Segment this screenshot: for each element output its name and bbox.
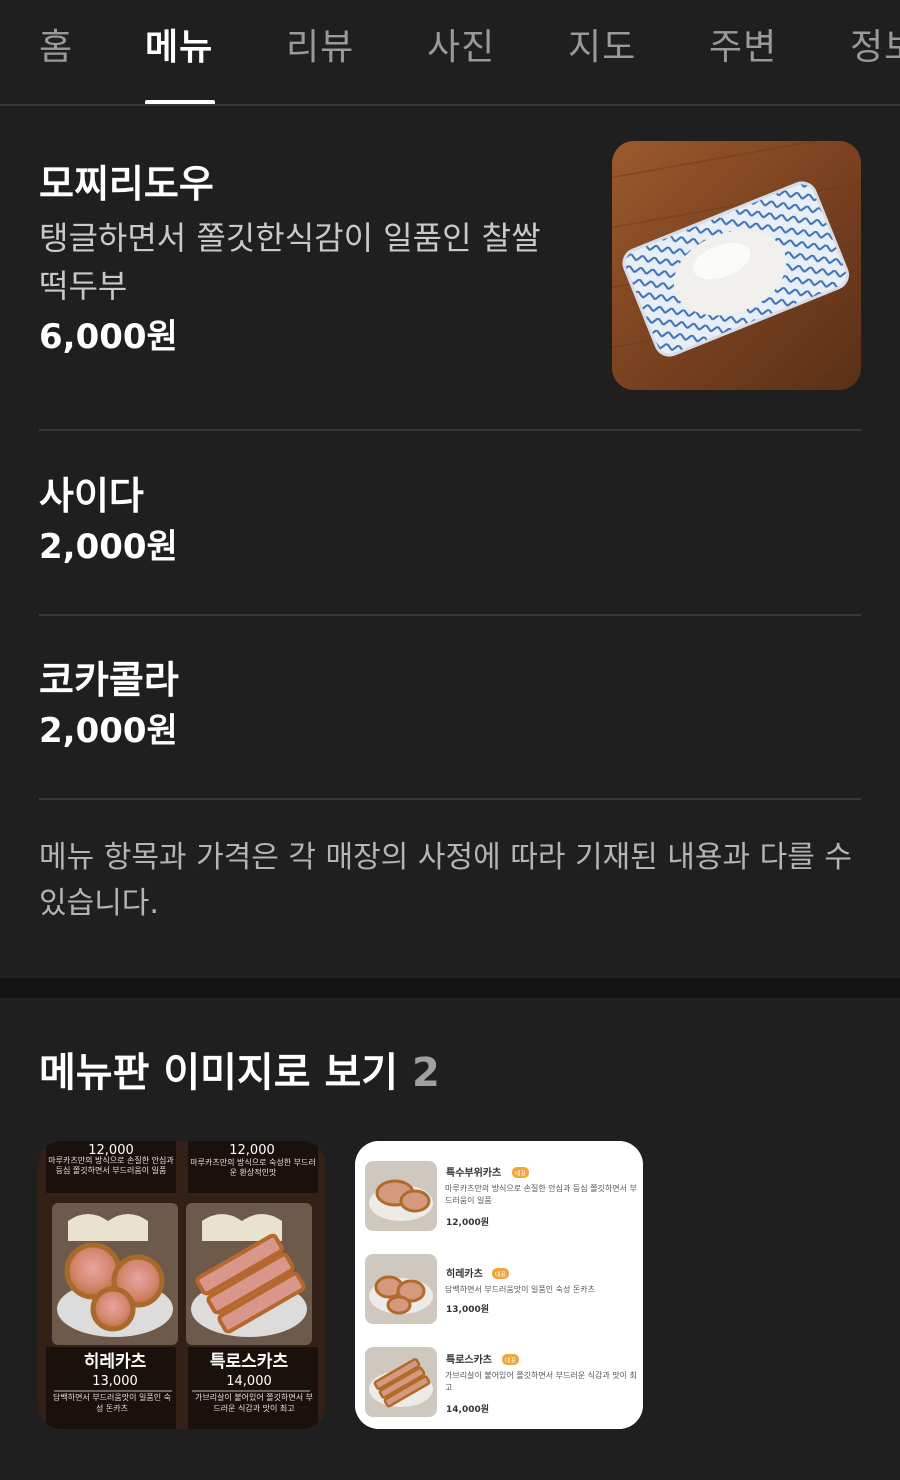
board2-item-name-2: 히레카츠 bbox=[446, 1267, 483, 1280]
tab-menu[interactable]: 메뉴 bbox=[145, 26, 213, 70]
board2-item-desc-2: 담백하면서 부드러움맛이 일품인 숙성 돈카츠 bbox=[445, 1285, 596, 1294]
board1-top-price-2: 12,000 bbox=[229, 1143, 275, 1158]
board2-item-price-1: 12,000원 bbox=[446, 1216, 489, 1228]
board2-badge-2: 대표 bbox=[495, 1271, 507, 1279]
board1-dish-name-2: 특로스카츠 bbox=[210, 1352, 289, 1372]
menu-board-title-text: 메뉴판 이미지로 보기 bbox=[39, 1050, 399, 1096]
tab-reviews[interactable]: 리뷰 bbox=[286, 26, 354, 70]
active-tab-indicator bbox=[145, 100, 215, 104]
menu-board-image-1[interactable]: 12,000 12,000 마루카츠만의 방식으로 손질한 안심과등심 쫄깃하면… bbox=[38, 1141, 326, 1429]
board2-item-price-3: 14,000원 bbox=[446, 1403, 489, 1415]
board1-top-desc-2: 마루카츠만의 방식으로 숙성한 부드러운 환상적인맛 bbox=[190, 1158, 316, 1177]
board1-dish-desc-2: 가브리살이 붙어있어 쫄깃하면서 부드러운 식감과 맛이 최고 bbox=[194, 1393, 314, 1413]
tab-photos[interactable]: 사진 bbox=[427, 26, 495, 70]
board2-item-desc-1: 마루카츠만의 방식으로 손질한 안심과 등심 쫄깃하면서 부드러움이 일품 bbox=[445, 1184, 637, 1205]
board2-item-name-1: 특수부위카츠 bbox=[446, 1166, 501, 1179]
tab-nearby[interactable]: 주변 bbox=[709, 26, 777, 70]
board2-item-price-2: 13,000원 bbox=[446, 1303, 489, 1315]
divider bbox=[39, 429, 861, 431]
menu-board-title: 메뉴판 이미지로 보기 2 bbox=[39, 1048, 440, 1098]
board1-dish-name-1: 히레카츠 bbox=[84, 1352, 147, 1372]
price-notice: 메뉴 항목과 가격은 각 매장의 사정에 따라 기재된 내용과 다를 수 있습니… bbox=[39, 840, 852, 921]
board1-dish-price-2: 14,000 bbox=[226, 1374, 272, 1389]
board2-badge-3: 대표 bbox=[505, 1357, 517, 1365]
menu-item-photo[interactable] bbox=[612, 141, 861, 390]
tab-bar: 홈 메뉴 리뷰 사진 지도 주변 정보 bbox=[0, 0, 900, 106]
tab-home[interactable]: 홈 bbox=[39, 26, 73, 70]
menu-item-price: 2,000원 bbox=[39, 527, 178, 567]
tab-map[interactable]: 지도 bbox=[568, 26, 636, 70]
board1-dish-price-1: 13,000 bbox=[92, 1374, 138, 1389]
board1-top-desc-1: 마루카츠만의 방식으로 손질한 안심과등심 쫄깃하면서 부드러움이 일품 bbox=[48, 1156, 174, 1175]
board2-item-desc-3: 가브리살이 붙어있어 쫄깃하면서 부드러운 식감과 맛이 최고 bbox=[445, 1371, 637, 1392]
divider bbox=[39, 614, 861, 616]
menu-item-name: 코카콜라 bbox=[39, 658, 179, 702]
menu-item-desc: 탱글하면서 쫄깃한식감이 일품인 찰쌀 떡두부 bbox=[39, 219, 541, 305]
menu-board-count: 2 bbox=[412, 1050, 440, 1096]
board2-badge-1: 대표 bbox=[515, 1170, 527, 1178]
menu-board-image-2[interactable]: 특수부위카츠 대표 마루카츠만의 방식으로 손질한 안심과 등심 쫄깃하면서 부… bbox=[355, 1141, 643, 1429]
menu-item-name: 사이다 bbox=[39, 474, 144, 518]
board2-item-name-3: 특로스카츠 bbox=[446, 1353, 492, 1366]
menu-item-price: 2,000원 bbox=[39, 711, 178, 751]
board1-dish-desc-1: 담백하면서 부드러움맛이 일품인 숙성 돈카츠 bbox=[52, 1393, 172, 1413]
divider bbox=[39, 798, 861, 800]
section-separator bbox=[0, 978, 900, 998]
menu-item[interactable]: 코카콜라 2,000원 bbox=[39, 656, 861, 754]
menu-item[interactable]: 사이다 2,000원 bbox=[39, 472, 861, 570]
tab-info[interactable]: 정보 bbox=[850, 26, 900, 70]
